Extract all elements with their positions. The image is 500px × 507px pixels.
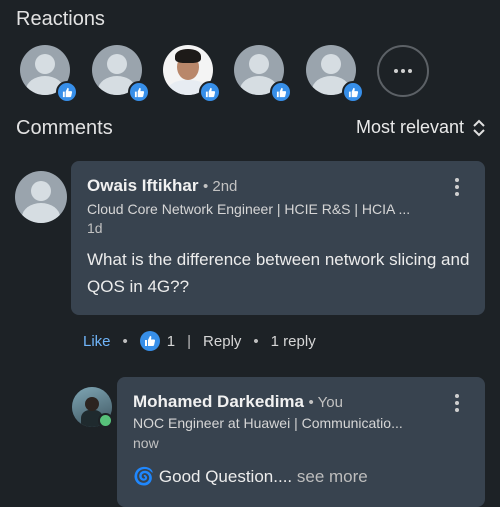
more-horizontal-icon <box>394 69 412 73</box>
like-icon <box>139 331 160 351</box>
reply-button[interactable]: Reply <box>203 333 241 350</box>
sort-dropdown[interactable]: Most relevant <box>356 117 486 138</box>
like-icon <box>342 81 364 103</box>
reply-bubble: Mohamed Darkedima • You NOC Engineer at … <box>117 377 485 507</box>
connection-degree: • You <box>308 394 343 411</box>
reply-text-line: 🌀 Good Question.... see more <box>133 463 368 490</box>
reactions-title: Reactions <box>16 8 105 30</box>
author-headline: Cloud Core Network Engineer | HCIE R&S |… <box>87 201 411 217</box>
comment-author-line: Owais Iftikhar • 2nd <box>87 176 237 196</box>
reply-options-icon[interactable] <box>455 394 459 412</box>
online-status-icon <box>98 413 113 428</box>
connection-degree: • 2nd <box>202 178 238 195</box>
author-headline: NOC Engineer at Huawei | Communicatio... <box>133 415 403 431</box>
comment-options-icon[interactable] <box>455 178 459 196</box>
like-icon <box>128 81 150 103</box>
commenter-avatar[interactable] <box>15 171 67 223</box>
like-icon <box>199 81 221 103</box>
chevron-up-down-icon <box>473 119 485 136</box>
comment-actions: Like • 1 | Reply • 1 reply <box>83 331 316 351</box>
comment-author-name[interactable]: Owais Iftikhar <box>87 176 198 195</box>
sort-label: Most relevant <box>355 117 464 137</box>
like-icon <box>56 81 78 103</box>
like-icon <box>270 81 292 103</box>
reply-author-line: Mohamed Darkedima • You <box>133 392 343 412</box>
like-count[interactable]: 1 <box>167 333 175 350</box>
see-more-link[interactable]: see more <box>297 467 368 486</box>
reply-timestamp: now <box>133 435 159 451</box>
more-reactions-button[interactable] <box>377 45 429 97</box>
reply-author-name[interactable]: Mohamed Darkedima <box>133 392 304 411</box>
comment-timestamp: 1d <box>87 220 103 236</box>
comment-bubble: Owais Iftikhar • 2nd Cloud Core Network … <box>71 161 485 315</box>
like-button[interactable]: Like <box>83 333 111 350</box>
comment-text: What is the difference between network s… <box>87 250 470 296</box>
comments-title: Comments <box>16 117 113 139</box>
replies-link[interactable]: 1 reply <box>271 333 316 350</box>
reply-text: 🌀 Good Question.... <box>133 467 293 486</box>
